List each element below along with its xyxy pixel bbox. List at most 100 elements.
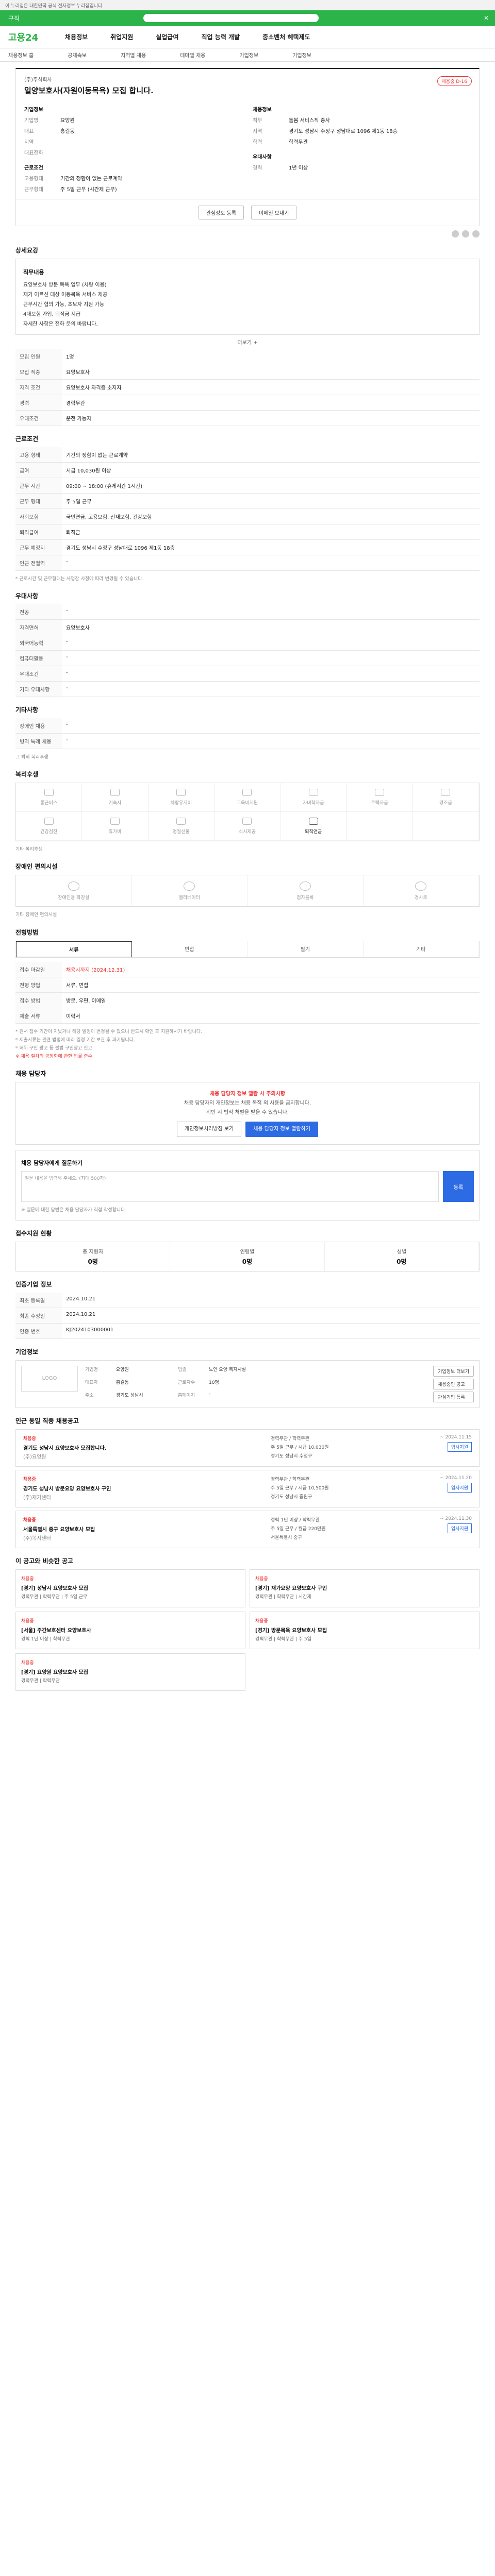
view-contact-button[interactable]: 채용 담당자 정보 열람하기 — [245, 1122, 318, 1138]
row-value: 채용시까지 (2024.12.31) — [62, 961, 480, 977]
nav-item[interactable]: 실업급여 — [156, 32, 178, 41]
row-value: - — [62, 604, 480, 620]
row-value: 2024.10.21 — [62, 1292, 480, 1308]
email-button[interactable]: 이메일 보내기 — [251, 206, 297, 219]
row-value: 국민연금, 고용보험, 산재보험, 건강보험 — [62, 509, 480, 524]
company-name[interactable]: (주)주식회사 — [24, 75, 471, 83]
row-key: 외국어능력 — [15, 635, 62, 651]
row-value: 이력서 — [62, 1008, 480, 1024]
requirement-fields: 경력 1년 이상 — [253, 163, 471, 171]
rec-meta: 경력 1년 이상 | 학력무관 — [21, 1636, 70, 1642]
subnav-item[interactable]: 테마별 채용 — [180, 51, 205, 59]
search-input[interactable] — [143, 14, 319, 22]
subnav-item[interactable]: 기업정보 — [292, 51, 311, 59]
work-group-title: 근로조건 — [24, 165, 43, 171]
list-item[interactable]: 채용중 경기도 성남시 요양보호사 모집합니다. (주)요양원 경력무관 / 학… — [15, 1429, 480, 1467]
rec-title[interactable]: [경기] 재가요양 요양보호사 구인 — [255, 1584, 474, 1591]
list-deadline: ~ 2024.11.15 — [440, 1434, 472, 1440]
rec-title[interactable]: [경기] 성남시 요양보호사 모집 — [21, 1584, 240, 1591]
subnav-item[interactable]: 기업정보 — [239, 51, 258, 59]
close-icon[interactable]: ✕ — [484, 14, 489, 22]
desc-title: 직무내용 — [23, 269, 44, 276]
rec-meta: 경력무관 | 학력무관 — [21, 1679, 60, 1684]
nav-item[interactable]: 취업지원 — [110, 32, 133, 41]
benefit-item: 차량유지비 — [148, 783, 214, 812]
recommend-item[interactable]: 채용중 [경기] 방문목욕 요양보호사 모집 경력무관 | 학력무관 | 주 5… — [250, 1611, 480, 1650]
tab-document[interactable]: 서류 — [16, 941, 132, 957]
list-title[interactable]: 서울특별시 중구 요양보호사 모집 — [23, 1525, 271, 1533]
list-meta: 경기도 성남시 수정구 — [271, 1453, 312, 1459]
recommend-item[interactable]: 채용중 [경기] 재가요양 요양보호사 구인 경력무관 | 학력무관 | 시간제 — [250, 1569, 480, 1607]
nav-item[interactable]: 채용정보 — [65, 32, 88, 41]
row-value: 주 5일 근무 — [62, 493, 480, 509]
row-value: 경력무관 — [62, 395, 480, 411]
qa-submit-button[interactable]: 등록 — [443, 1171, 474, 1202]
recruit-table: 모집 인원 1명 모집 직종 요양보호사 자격 조건 요양보호사 자격증 소지자 경력… — [15, 348, 480, 426]
search-category[interactable]: 구직 — [8, 14, 20, 23]
scrap-button[interactable]: 관심정보 등록 — [198, 206, 244, 219]
subnav-item[interactable]: 지역별 채용 — [121, 51, 146, 59]
share-icon[interactable] — [452, 230, 459, 238]
logo[interactable]: 고용24 — [8, 30, 65, 44]
benefit-label: 휴가비 — [108, 829, 122, 835]
status-label: 성별 — [397, 1249, 407, 1255]
list-item[interactable]: 채용중 서울특별시 중구 요양보호사 모집 (주)복지센터 경력 1년 이상 /… — [15, 1511, 480, 1549]
privacy-button[interactable]: 개인정보처리방침 보기 — [177, 1122, 242, 1138]
nav-item[interactable]: 직업 능력 개발 — [202, 32, 240, 41]
recommend-item[interactable]: 채용중 [경기] 성남시 요양보호사 모집 경력무관 | 학력무관 | 주 5일… — [15, 1569, 245, 1607]
list-meta: 경력무관 / 학력무관 — [271, 1436, 309, 1442]
print-icon[interactable] — [462, 230, 469, 238]
benefit-grid: 통근버스 기숙사 차량유지비 교육비지원 자녀학자금 주택자금 경조금 건강검진… — [15, 783, 480, 842]
benefit-label: 경조금 — [439, 801, 452, 806]
apply-button[interactable]: 입사지원 — [447, 1482, 472, 1493]
section-title: 기업정보 — [15, 1348, 39, 1355]
tab-written[interactable]: 필기 — [248, 941, 364, 957]
section-title: 채용 담당자 — [15, 1070, 46, 1078]
list-badge: 채용중 — [23, 1477, 36, 1482]
company-jobs-button[interactable]: 채용중인 공고 — [433, 1378, 474, 1389]
rec-meta: 경력무관 | 학력무관 | 주 5일 — [255, 1636, 311, 1642]
recommend-item[interactable]: 채용중 [경기] 요양원 요양보호사 모집 경력무관 | 학력무관 — [15, 1653, 245, 1691]
job-list: 채용중 경기도 성남시 요양보호사 모집합니다. (주)요양원 경력무관 / 학… — [15, 1429, 480, 1549]
rec-title[interactable]: [경기] 방문목욕 요양보호사 모집 — [255, 1626, 474, 1634]
field-key: 근로자수 — [178, 1380, 195, 1385]
list-title[interactable]: 경기도 성남시 방문요양 요양보호사 구인 — [23, 1484, 271, 1492]
rec-title[interactable]: [서울] 주간보호센터 요양보호사 — [21, 1626, 240, 1634]
company-more-button[interactable]: 기업정보 더보기 — [433, 1365, 474, 1377]
disability-label: 엘리베이터 — [178, 895, 200, 901]
company-fav-button[interactable]: 관심기업 등록 — [433, 1391, 474, 1402]
tab-interview[interactable]: 면접 — [132, 941, 248, 957]
more-button[interactable]: 더보기 + — [224, 338, 271, 346]
main-nav: 채용정보 취업지원 실업급여 직업 능력 개발 중소벤처 혜택제도 — [65, 32, 310, 41]
link-icon[interactable] — [472, 230, 480, 238]
qa-input[interactable]: 질문 내용을 입력해 주세요. (최대 500자) — [21, 1171, 439, 1202]
row-key: 경력 — [15, 395, 62, 411]
benefit-label: 건강검진 — [40, 829, 58, 835]
row-key: 퇴직급여 — [15, 524, 62, 540]
field-key: 업종 — [178, 1367, 187, 1372]
row-key: 자격 조건 — [15, 379, 62, 395]
field-key: 근무형태 — [24, 187, 43, 193]
recruit-fields: 직무 돌봄 서비스직 종사 지역 경기도 성남시 수정구 성남대로 1096 제1동… — [253, 116, 471, 145]
main-content: (주)주식회사 일양보호사(자원이동목욕) 모집 합니다. 채용중 D-16 기… — [15, 68, 480, 1706]
row-key: 우대조건 — [15, 666, 62, 682]
subnav-item[interactable]: 채용정보 홈 — [8, 51, 34, 59]
nav-item[interactable]: 중소벤처 혜택제도 — [262, 32, 310, 41]
section-title: 이 공고와 비슷한 공고 — [15, 1557, 73, 1565]
section-title: 상세요강 — [15, 247, 39, 254]
benefit-label: 주택자금 — [371, 801, 388, 806]
contact-box: 채용 담당자 정보 열람 시 주의사항 채용 담당자의 개인정보는 채용 목적 … — [15, 1082, 480, 1145]
recommend-item[interactable]: 채용중 [서울] 주간보호센터 요양보호사 경력 1년 이상 | 학력무관 — [15, 1611, 245, 1650]
apply-button[interactable]: 입사지원 — [447, 1523, 472, 1534]
list-title[interactable]: 경기도 성남시 요양보호사 모집합니다. — [23, 1444, 271, 1451]
benefit-item: 주택자금 — [346, 783, 413, 812]
section-title: 기타사항 — [15, 706, 39, 714]
row-key: 사회보험 — [15, 509, 62, 524]
tab-etc[interactable]: 기타 — [364, 941, 479, 957]
rec-title[interactable]: [경기] 요양원 요양보호사 모집 — [21, 1668, 240, 1675]
desc-line: 4대보험 가입, 퇴직금 지급 — [23, 311, 81, 317]
row-key: 모집 인원 — [15, 348, 62, 364]
apply-button[interactable]: 입사지원 — [447, 1442, 472, 1452]
subnav-item[interactable]: 공채속보 — [68, 51, 87, 59]
list-item[interactable]: 채용중 경기도 성남시 방문요양 요양보호사 구인 (주)재가센터 경력무관 /… — [15, 1469, 480, 1508]
